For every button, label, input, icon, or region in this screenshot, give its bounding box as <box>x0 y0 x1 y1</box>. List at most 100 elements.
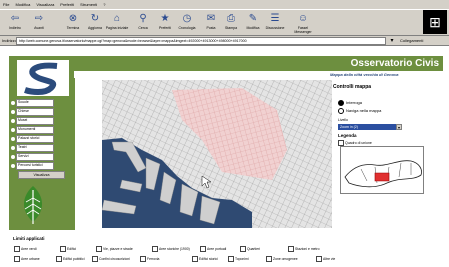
sidebar-item[interactable]: Scuole <box>11 99 66 108</box>
history-icon: ◷ <box>182 13 192 24</box>
layer-checkbox[interactable]: Aree verdi <box>14 246 36 252</box>
sidebar-view-button[interactable]: Visualizza <box>18 171 65 179</box>
legend-title: Legenda <box>338 133 357 138</box>
sidebar-item-label: Teatri <box>18 145 27 149</box>
edit-icon: ✎ <box>248 13 258 24</box>
layer-checkbox[interactable]: Vie, piazze e strade <box>96 246 133 252</box>
layer-checkbox[interactable]: Edifici pubblici <box>56 256 85 262</box>
layer-checkbox[interactable]: Altre vie <box>316 256 335 262</box>
toolbar-button[interactable]: ⇦ Indietro <box>2 12 28 34</box>
toolbar-button[interactable]: ⌂ Pagina iniziale <box>104 12 130 34</box>
toolbar-button-label: Fassel Messenger <box>294 26 312 34</box>
layer-checkbox[interactable]: Toponimi <box>228 256 249 262</box>
layer-checkbox-label: Aree portuali <box>207 246 227 251</box>
legend-checkbox-label: Quadro di unione <box>345 140 372 145</box>
overview-highlight <box>374 172 390 182</box>
layer-checkbox-label: Aree storiche (1900) <box>159 246 190 251</box>
favorites-icon: ★ <box>160 13 170 24</box>
menu-item[interactable]: Strumenti <box>77 0 100 7</box>
sidebar-item[interactable]: Percorsi turistici <box>11 162 66 171</box>
toolbar-button[interactable]: ⇨ Avanti <box>26 12 52 34</box>
sidebar-item[interactable]: Musei <box>11 117 66 126</box>
toolbar-button[interactable]: ☰ Discussione <box>262 12 288 34</box>
menu-item[interactable]: File <box>0 0 12 7</box>
forward-arrow-icon: ⇨ <box>34 13 44 24</box>
stop-icon: ⊗ <box>68 13 78 24</box>
option-interroga[interactable]: Interroga <box>338 100 362 106</box>
checkbox-icon <box>316 256 322 262</box>
radio-icon <box>11 110 15 114</box>
toolbar-button[interactable]: ☺ Fassel Messenger <box>290 12 316 34</box>
civis-logo-icon <box>17 60 69 96</box>
discussion-icon: ☰ <box>270 13 280 24</box>
address-input[interactable]: http://web.comune.genova.it/osservatorio… <box>16 37 386 45</box>
layer-checkbox-label: Quartieri <box>247 246 261 251</box>
map-controls-title: Controlli mappa <box>333 84 372 90</box>
leaf-graphic <box>18 184 48 226</box>
checkbox-icon <box>152 246 158 252</box>
option-label: Naviga nella mappa <box>346 108 382 114</box>
layer-checkbox[interactable]: Edifici storici <box>192 256 218 262</box>
windows-logo-icon: ⊞ <box>423 10 447 34</box>
site-title: Osservatorio Civis <box>350 58 439 69</box>
layer-checkbox-label: Altre vie <box>323 256 336 261</box>
chevron-down-icon[interactable]: ▾ <box>396 124 402 130</box>
checkbox-icon <box>266 256 272 262</box>
radio-icon <box>11 146 15 150</box>
messenger-icon: ☺ <box>297 13 309 24</box>
radio-icon <box>338 100 344 106</box>
site-logo <box>17 60 69 96</box>
layer-checkbox-label: Ferrovia <box>147 256 160 261</box>
menu-item[interactable]: Visualizza <box>33 0 57 7</box>
layer-checkbox[interactable]: Stazioni e metro <box>288 246 320 252</box>
sidebar-item[interactable]: Servizi <box>11 153 66 162</box>
checkbox-icon <box>240 246 246 252</box>
toolbar-button-label: Cerca <box>138 26 148 30</box>
checkbox-icon <box>96 246 102 252</box>
toolbar-button-label: Termina <box>66 26 80 30</box>
checkbox-icon <box>56 256 62 262</box>
refresh-icon: ↻ <box>90 13 100 24</box>
city-map[interactable] <box>102 80 332 228</box>
address-label: Indirizzo <box>2 38 17 43</box>
layers-title: Limiti applicati <box>13 236 45 241</box>
layer-checkbox[interactable]: Aree urbane <box>14 256 40 262</box>
sidebar-item[interactable]: Chiese <box>11 108 66 117</box>
browser-toolbar: ⇦ Indietro ⇨ Avanti ⊗ Termina ↻ Aggiorna ⌂ Pagina… <box>0 9 449 36</box>
layer-checkbox[interactable]: Confini circoscrizioni <box>92 256 130 262</box>
sidebar-item-label: Musei <box>18 118 28 122</box>
radio-icon <box>11 137 15 141</box>
browser-menubar: File Modifica Visualizza Preferiti Strumenti… <box>0 0 449 9</box>
layer-checkbox[interactable]: Edifici <box>60 246 76 252</box>
sidebar-item-label: Scuole <box>18 100 29 104</box>
option-label: Interroga <box>346 100 363 106</box>
menu-item[interactable]: ? <box>100 0 108 7</box>
layer-checkbox[interactable]: Aree portuali <box>200 246 226 252</box>
layer-checkbox-label: Aree urbane <box>21 256 40 261</box>
toolbar-button-label: Indietro <box>9 26 21 30</box>
layer-label: Livello <box>338 118 348 122</box>
links-label[interactable]: Collegamenti <box>400 38 423 43</box>
overview-map[interactable] <box>340 146 424 194</box>
menu-item[interactable]: Preferiti <box>57 0 77 7</box>
checkbox-icon <box>14 246 20 252</box>
toolbar-button[interactable]: ◷ Cronologia <box>174 12 200 34</box>
layer-checkbox[interactable]: Ferrovia <box>140 256 159 262</box>
sidebar-item[interactable]: Palazzi storici <box>11 135 66 144</box>
layer-select[interactable]: Zoom in (2) <box>338 124 402 130</box>
checkbox-icon <box>200 246 206 252</box>
sidebar-item[interactable]: Teatri <box>11 144 66 153</box>
back-arrow-icon: ⇦ <box>10 13 20 24</box>
layer-checkbox[interactable]: Quartieri <box>240 246 260 252</box>
layer-checkbox[interactable]: Zone omogenee <box>266 256 298 262</box>
toolbar-button-label: Aggiorna <box>87 26 102 30</box>
sidebar-item-label: Monumenti <box>18 127 36 131</box>
sidebar-item-label: Servizi <box>18 154 29 158</box>
checkbox-icon <box>140 256 146 262</box>
address-dropdown-arrow-icon[interactable]: ▾ <box>388 37 396 45</box>
checkbox-icon <box>192 256 198 262</box>
sidebar-item[interactable]: Monumenti <box>11 126 66 135</box>
layer-checkbox[interactable]: Aree storiche (1900) <box>152 246 190 252</box>
option-naviga[interactable]: Naviga nella mappa <box>338 108 381 114</box>
menu-item[interactable]: Modifica <box>12 0 33 7</box>
